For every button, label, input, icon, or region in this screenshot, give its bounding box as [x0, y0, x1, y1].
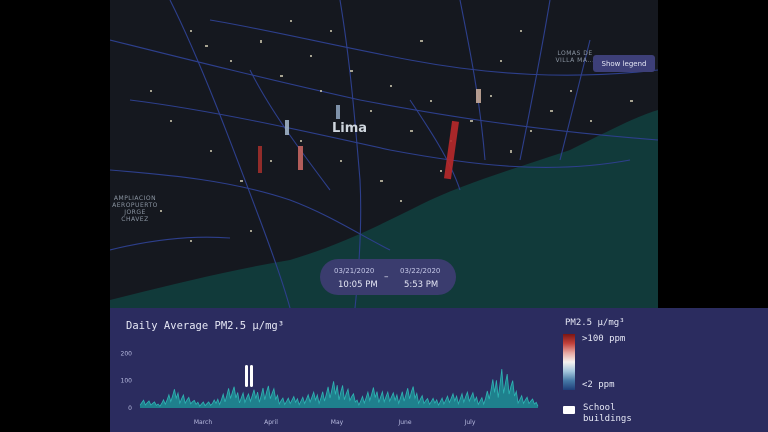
- school-buildings-label: School buildings: [583, 403, 632, 424]
- x-tick-label: March: [194, 419, 212, 426]
- sensor-marker: [476, 89, 481, 103]
- x-tick-label: June: [397, 419, 411, 426]
- x-tick-label: May: [331, 419, 344, 426]
- y-tick-label: 200: [121, 350, 133, 357]
- x-axis: March April May June July: [194, 419, 476, 426]
- x-tick-label: July: [464, 419, 476, 426]
- pm25-timeseries-chart[interactable]: 200 100 0 March April May June July: [110, 308, 560, 432]
- sensor-marker: [443, 120, 459, 180]
- sensor-marker: [298, 146, 303, 170]
- start-date: 03/21/2020: [334, 267, 375, 275]
- time-range-panel[interactable]: 03/21/2020 10:05 PM – 03/22/2020 5:53 PM: [320, 259, 456, 295]
- end-date: 03/22/2020: [400, 267, 441, 275]
- y-axis: 200 100 0: [121, 350, 133, 412]
- colorbar-low-label: <2 ppm: [582, 380, 615, 390]
- selection-handle-right[interactable]: [250, 365, 253, 387]
- place-label-ampliacion: AMPLIACION AEROPUERTO JORGE CHAVEZ: [112, 195, 158, 223]
- sensor-marker: [336, 105, 340, 119]
- selection-handle-left[interactable]: [245, 365, 248, 387]
- x-tick-label: April: [264, 419, 278, 426]
- pm25-colorbar: [563, 334, 575, 390]
- show-legend-button[interactable]: Show legend: [593, 55, 655, 72]
- school-buildings-swatch: [563, 406, 575, 414]
- start-time: 10:05 PM: [338, 280, 378, 290]
- y-tick-label: 100: [121, 378, 133, 385]
- range-separator: –: [384, 272, 389, 282]
- time-selection-brush: [245, 365, 253, 387]
- legend-panel-background: [658, 308, 768, 432]
- colorbar-high-label: >100 ppm: [582, 334, 626, 344]
- colorbar-title: PM2.5 µ/mg³: [565, 318, 625, 328]
- sensor-marker: [258, 146, 262, 173]
- sensor-marker: [285, 120, 289, 135]
- end-time: 5:53 PM: [404, 280, 439, 290]
- pm25-series-area: [140, 369, 538, 408]
- city-label: Lima: [332, 121, 368, 136]
- place-label-lomas: LOMAS DE VILLA MA...: [555, 50, 595, 64]
- y-tick-label: 0: [128, 405, 132, 412]
